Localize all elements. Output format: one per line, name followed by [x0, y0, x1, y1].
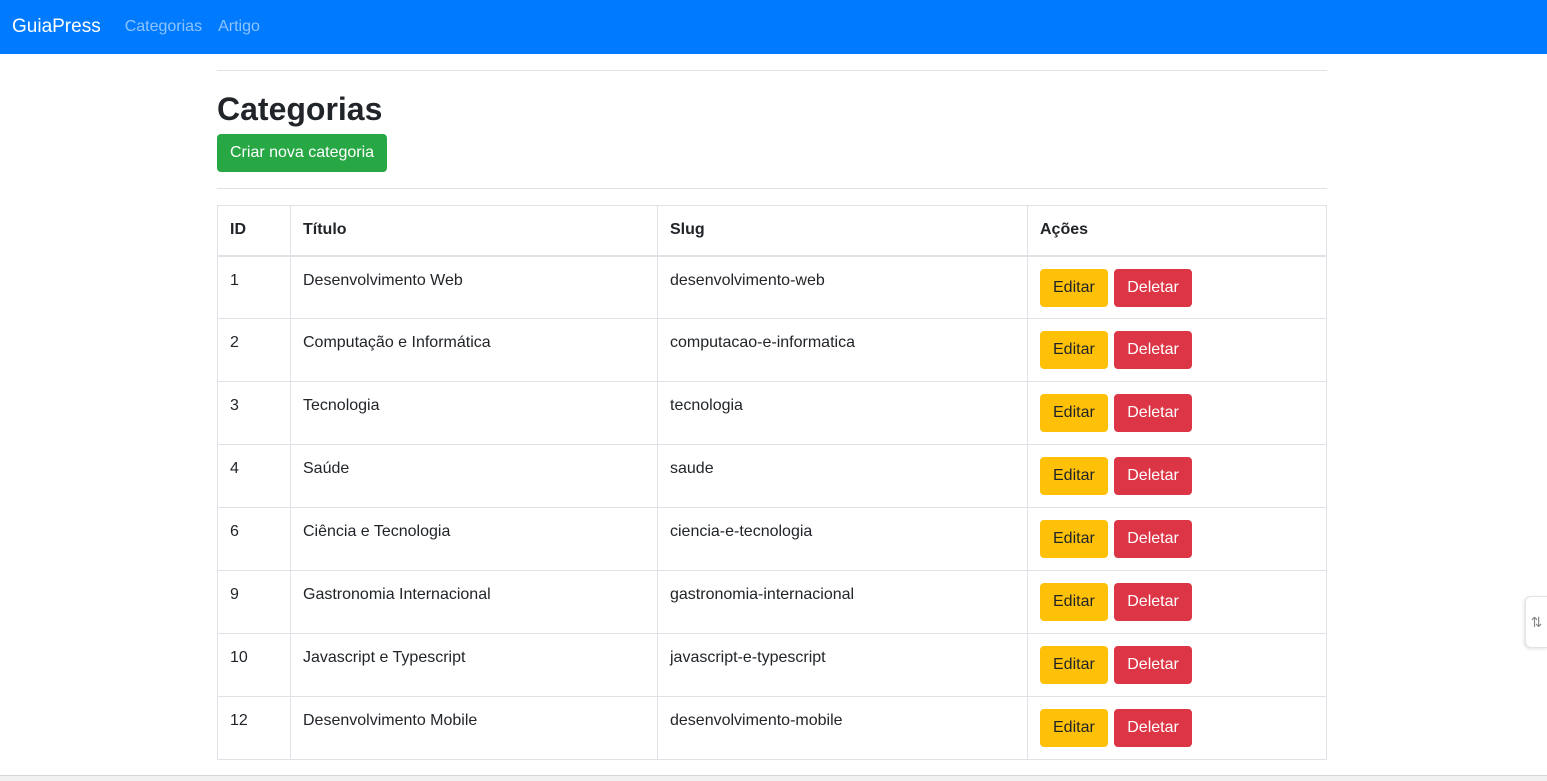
table-row: 9 Gastronomia Internacional gastronomia-in…	[217, 570, 1327, 634]
categories-table: ID Título Slug Ações 1 Desenvolvimento We…	[217, 205, 1327, 760]
cell-title: Desenvolvimento Mobile	[290, 696, 658, 760]
header-actions: Ações	[1027, 205, 1327, 257]
table-row: 4 Saúde saude Editar Deletar	[217, 444, 1327, 508]
cell-slug: computacao-e-informatica	[657, 318, 1028, 382]
create-category-button[interactable]: Criar nova categoria	[217, 134, 388, 172]
edit-button[interactable]: Editar	[1040, 331, 1108, 369]
cell-slug: desenvolvimento-mobile	[657, 696, 1028, 760]
cell-actions: Editar Deletar	[1027, 507, 1327, 571]
cell-slug: ciencia-e-tecnologia	[657, 507, 1028, 571]
edit-button[interactable]: Editar	[1040, 268, 1108, 307]
delete-button[interactable]: Deletar	[1114, 394, 1192, 432]
cell-title: Computação e Informática	[290, 318, 658, 382]
page-title: Categorias	[217, 91, 383, 127]
cell-id: 12	[217, 696, 291, 760]
cell-actions: Editar Deletar	[1027, 318, 1327, 382]
cell-title: Saúde	[290, 444, 658, 508]
delete-button[interactable]: Deletar	[1114, 709, 1192, 747]
edit-button[interactable]: Editar	[1040, 583, 1108, 621]
cell-slug: javascript-e-typescript	[657, 633, 1028, 697]
edit-button[interactable]: Editar	[1040, 394, 1108, 432]
table-row: 10 Javascript e Typescript javascript-e-ty…	[217, 633, 1327, 697]
cell-id: 4	[217, 444, 291, 508]
nav-link-categorias[interactable]: Categorias	[125, 18, 202, 36]
cell-id: 6	[217, 507, 291, 571]
collapse-arrows-icon[interactable]: ⇅	[1525, 596, 1547, 648]
cell-title: Gastronomia Internacional	[290, 570, 658, 634]
edit-button[interactable]: Editar	[1040, 520, 1108, 558]
navbar: GuiaPress Categorias Artigo	[0, 0, 1547, 54]
cell-actions: Editar Deletar	[1027, 570, 1327, 634]
edit-button[interactable]: Editar	[1040, 646, 1108, 684]
table-row: 3 Tecnologia tecnologia Editar Deletar	[217, 381, 1327, 445]
cell-id: 10	[217, 633, 291, 697]
cell-slug: saude	[657, 444, 1028, 508]
delete-button[interactable]: Deletar	[1114, 520, 1192, 558]
delete-button[interactable]: Deletar	[1114, 646, 1192, 684]
cell-actions: Editar Deletar	[1027, 255, 1327, 319]
cell-id: 9	[217, 570, 291, 634]
table-body: 1 Desenvolvimento Web desenvolvimento-web E…	[217, 255, 1327, 760]
cell-actions: Editar Deletar	[1027, 633, 1327, 697]
cell-slug: gastronomia-internacional	[657, 570, 1028, 634]
delete-button[interactable]: Deletar	[1114, 457, 1192, 495]
header-id: ID	[217, 205, 291, 257]
header-slug: Slug	[657, 205, 1028, 257]
cell-title: Desenvolvimento Web	[290, 255, 658, 319]
cell-title: Javascript e Typescript	[290, 633, 658, 697]
bottom-scrollbar	[0, 775, 1547, 781]
cell-id: 1	[217, 255, 291, 319]
cell-actions: Editar Deletar	[1027, 444, 1327, 508]
delete-button[interactable]: Deletar	[1114, 331, 1192, 369]
divider-bottom	[217, 188, 1327, 189]
divider-top	[217, 70, 1327, 71]
cell-title: Ciência e Tecnologia	[290, 507, 658, 571]
cell-actions: Editar Deletar	[1027, 696, 1327, 760]
table-header-row: ID Título Slug Ações	[217, 205, 1327, 257]
table-row: 12 Desenvolvimento Mobile desenvolvimento-…	[217, 696, 1327, 760]
delete-button[interactable]: Deletar	[1114, 268, 1192, 307]
table-row: 1 Desenvolvimento Web desenvolvimento-web E…	[217, 255, 1327, 319]
cell-actions: Editar Deletar	[1027, 381, 1327, 445]
cell-id: 2	[217, 318, 291, 382]
cell-title: Tecnologia	[290, 381, 658, 445]
main-container: Categorias Criar nova categoria ID Títul…	[217, 54, 1327, 760]
cell-id: 3	[217, 381, 291, 445]
nav-link-artigo[interactable]: Artigo	[218, 18, 260, 36]
table-row: 2 Computação e Informática computacao-e-in…	[217, 318, 1327, 382]
table-row: 6 Ciência e Tecnologia ciencia-e-tecnologi…	[217, 507, 1327, 571]
cell-slug: tecnologia	[657, 381, 1028, 445]
edit-button[interactable]: Editar	[1040, 457, 1108, 495]
edit-button[interactable]: Editar	[1040, 709, 1108, 747]
navbar-brand[interactable]: GuiaPress	[12, 16, 101, 38]
header-title: Título	[290, 205, 658, 257]
cell-slug: desenvolvimento-web	[657, 255, 1028, 319]
delete-button[interactable]: Deletar	[1114, 583, 1192, 621]
